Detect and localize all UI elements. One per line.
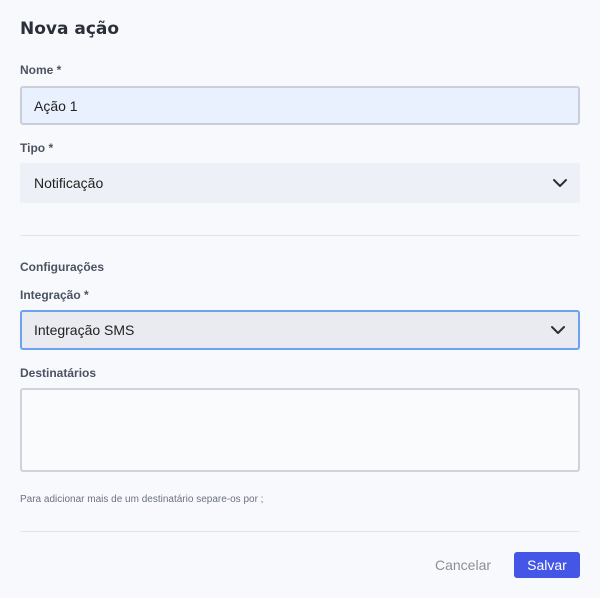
recipients-textarea[interactable] — [20, 388, 580, 472]
cancel-button[interactable]: Cancelar — [425, 552, 501, 578]
recipients-label: Destinatários — [20, 366, 97, 380]
name-label: Nome * — [20, 63, 62, 77]
save-button[interactable]: Salvar — [514, 552, 580, 578]
settings-section-title: Configurações — [20, 260, 105, 274]
integration-select-value: Integração SMS — [34, 322, 135, 338]
integration-label: Integração * — [20, 288, 89, 302]
type-select[interactable]: Notificação — [20, 163, 580, 203]
recipients-hint: Para adicionar mais de um destinatário s… — [20, 494, 264, 505]
chevron-down-icon — [553, 179, 567, 187]
new-action-dialog: Nova ação Nome * Ação 1 Tipo * Notificaç… — [0, 0, 600, 598]
section-divider — [20, 235, 580, 236]
name-input[interactable]: Ação 1 — [20, 86, 580, 125]
chevron-down-icon — [551, 326, 565, 334]
name-input-value: Ação 1 — [34, 97, 78, 114]
footer-divider — [20, 531, 580, 532]
dialog-title: Nova ação — [20, 19, 120, 39]
type-select-value: Notificação — [34, 175, 104, 191]
integration-select[interactable]: Integração SMS — [20, 310, 580, 350]
type-label: Tipo * — [20, 141, 54, 155]
